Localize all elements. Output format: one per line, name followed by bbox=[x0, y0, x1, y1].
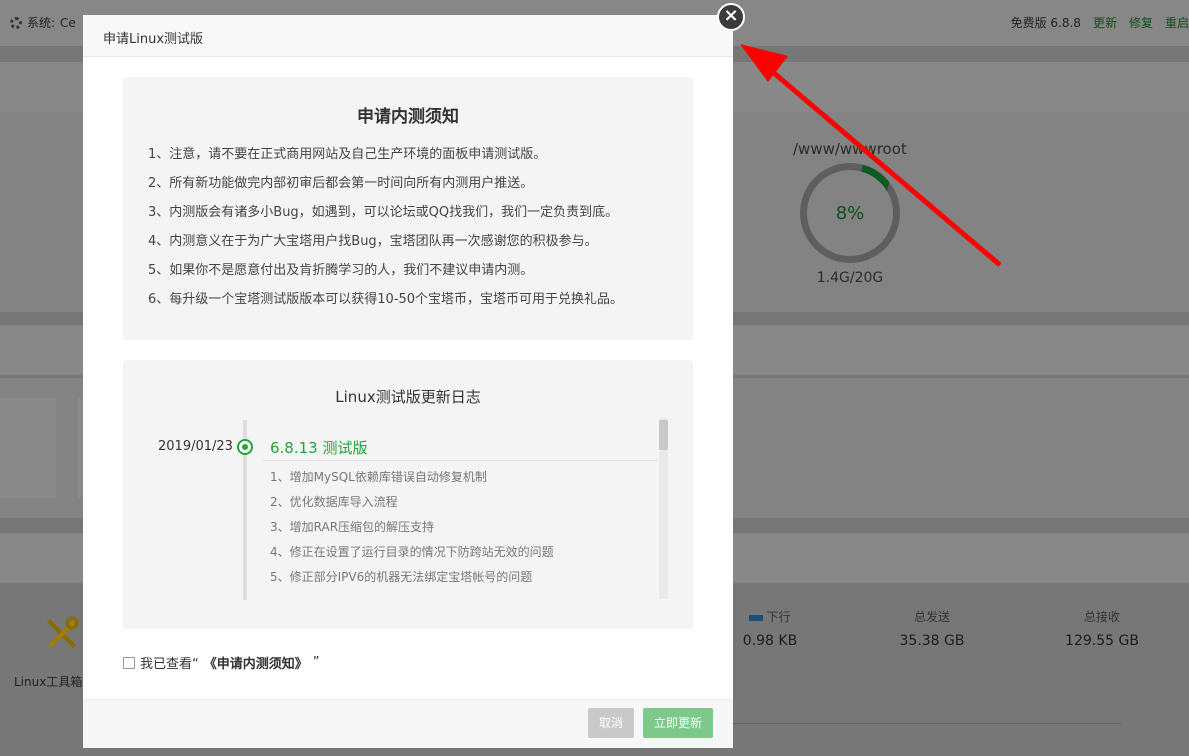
annotation-arrow bbox=[740, 44, 1002, 267]
arrow-shaft bbox=[766, 66, 1002, 267]
